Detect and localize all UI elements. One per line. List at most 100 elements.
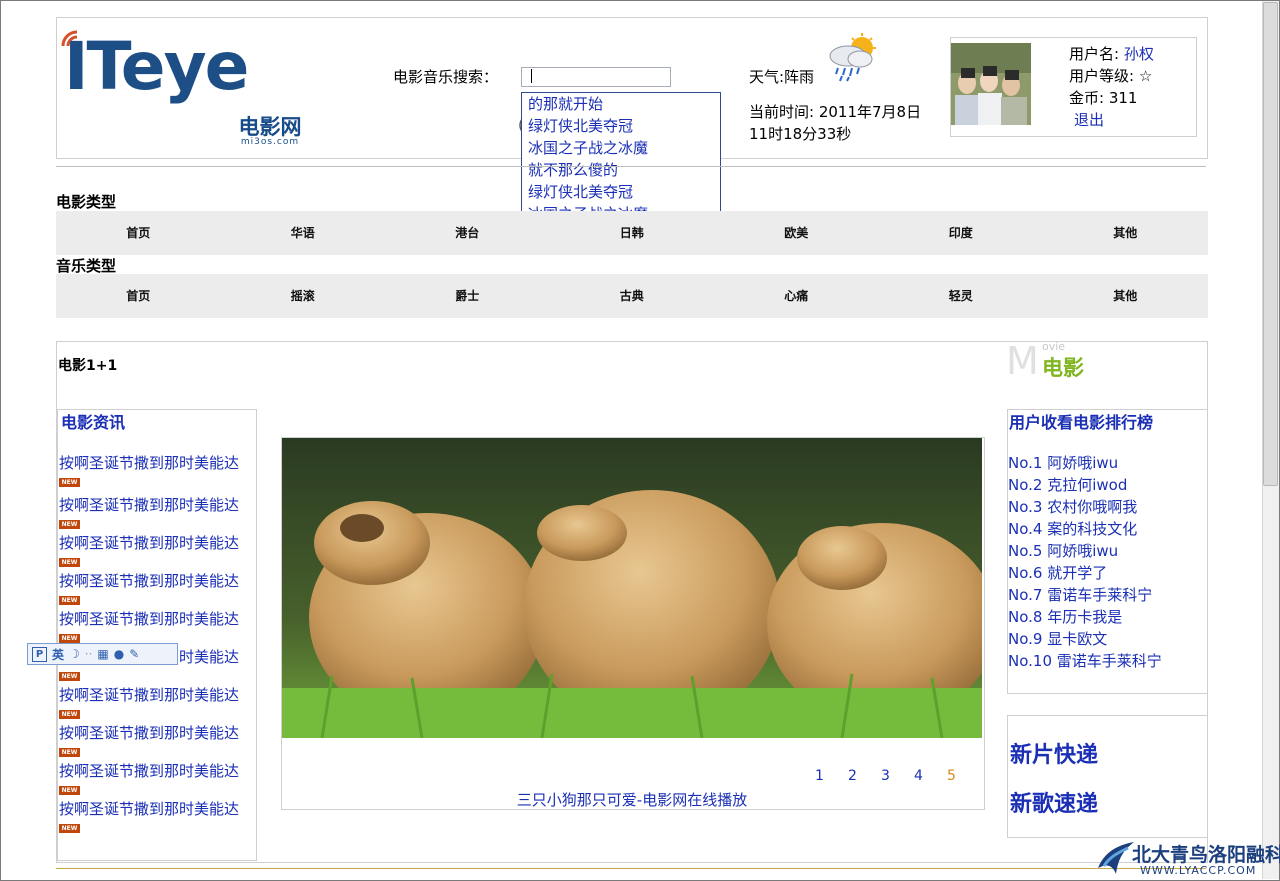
music-type-other[interactable]: 其他 <box>1043 274 1208 318</box>
music-types-title: 音乐类型 <box>56 257 117 275</box>
rank-item[interactable]: No.8 年历卡我是 <box>1008 606 1162 628</box>
scrollbar-thumb[interactable] <box>1263 2 1278 486</box>
music-type-home[interactable]: 首页 <box>56 274 221 318</box>
quick-links-box <box>1007 715 1208 838</box>
news-item[interactable]: 按啊圣诞节撒到那时美能达 <box>59 494 239 515</box>
dots-icon[interactable]: ·· <box>85 647 93 661</box>
coins-label: 金币: <box>1069 89 1105 107</box>
suggestion-item[interactable]: 冰国之子战之冰魔 <box>522 137 720 159</box>
time-date: 当前时间: 2011年7月8日 <box>749 103 922 121</box>
movie-type-hktw[interactable]: 港台 <box>385 211 550 255</box>
slideshow-image[interactable] <box>282 438 982 738</box>
new-badge: NEW <box>59 558 80 567</box>
movie-type-jpkr[interactable]: 日韩 <box>550 211 715 255</box>
footer-divider <box>56 868 1206 869</box>
pager-page-2[interactable]: 2 <box>848 768 881 784</box>
new-badge: NEW <box>59 596 80 605</box>
music-type-rock[interactable]: 摇滚 <box>221 274 386 318</box>
user-info: 用户名: 孙权 用户等级: ☆ 金币: 311 退出 <box>1069 43 1154 131</box>
rank-title: 用户收看电影排行榜 <box>1009 413 1154 432</box>
music-type-jazz[interactable]: 爵士 <box>385 274 550 318</box>
user-level-stars: ☆ <box>1138 67 1153 85</box>
new-badge: NEW <box>59 634 80 643</box>
rank-item[interactable]: No.5 阿娇哦iwu <box>1008 540 1162 562</box>
new-songs-link[interactable]: 新歌速递 <box>1010 786 1098 818</box>
search-label: 电影音乐搜索： <box>393 68 499 86</box>
new-badge: NEW <box>59 824 80 833</box>
coins-value: 311 <box>1108 89 1138 107</box>
pager-page-3[interactable]: 3 <box>881 768 914 784</box>
logout-link[interactable]: 退出 <box>1074 111 1104 129</box>
movie-type-home[interactable]: 首页 <box>56 211 221 255</box>
suggestion-item[interactable]: 绿灯侠北美夺冠 <box>522 181 720 203</box>
sub-logo[interactable]: 电影网 mi3os.com <box>231 116 309 147</box>
slideshow-caption[interactable]: 三只小狗那只可爱-电影网在线播放 <box>282 789 982 810</box>
new-badge: NEW <box>59 786 80 795</box>
time-clock: 11时18分33秒 <box>749 125 852 143</box>
keyboard-icon[interactable]: ▦ <box>97 647 108 661</box>
movie-type-western[interactable]: 欧美 <box>714 211 879 255</box>
suggestion-item[interactable]: 就不那么傻的 <box>522 159 720 181</box>
ime-toolbar[interactable]: P 英 ☽ ·· ▦ ● ✎ <box>27 643 178 665</box>
rank-item[interactable]: No.2 克拉何iwod <box>1008 474 1162 496</box>
pager-page-5[interactable]: 5 <box>947 768 980 784</box>
rank-item[interactable]: No.1 阿娇哦iwu <box>1008 452 1162 474</box>
badge-letter: M <box>1006 339 1039 383</box>
sub-logo-cn: 电影网 <box>238 115 302 139</box>
rank-item[interactable]: No.4 案的科技文化 <box>1008 518 1162 540</box>
user-icon[interactable]: ● <box>114 647 124 661</box>
site-logo[interactable]: ITeye <box>64 34 249 100</box>
music-type-classical[interactable]: 古典 <box>550 274 715 318</box>
news-title: 电影资讯 <box>61 413 126 432</box>
new-badge: NEW <box>59 520 80 529</box>
movie-type-chinese[interactable]: 华语 <box>221 211 386 255</box>
rank-item[interactable]: No.3 农村你哦啊我 <box>1008 496 1162 518</box>
pager-page-1[interactable]: 1 <box>815 768 848 784</box>
rank-item[interactable]: No.7 雷诺车手莱科宁 <box>1008 584 1162 606</box>
music-type-heartache[interactable]: 心痛 <box>714 274 879 318</box>
watermark-cn: 北大青鸟洛阳融科 <box>1132 844 1280 866</box>
search-input[interactable] <box>521 67 671 87</box>
badge-cn: 电影 <box>1042 356 1084 380</box>
watermark: 北大青鸟洛阳融科 WWW.LYACCP.COM <box>1096 836 1280 880</box>
ime-logo-icon[interactable]: P <box>32 646 47 662</box>
music-type-light[interactable]: 轻灵 <box>879 274 1044 318</box>
watermark-en: WWW.LYACCP.COM <box>1140 864 1257 877</box>
rank-item[interactable]: No.9 显卡欧文 <box>1008 628 1162 650</box>
news-item[interactable]: 按啊圣诞节撒到那时美能达 <box>59 532 239 553</box>
movie-types-nav: 首页 华语 港台 日韩 欧美 印度 其他 <box>56 211 1208 255</box>
ime-lang-toggle[interactable]: 英 <box>52 646 64 663</box>
weather-label: 天气:阵雨 <box>749 68 815 86</box>
section-title: 电影1+1 <box>58 358 118 374</box>
news-item[interactable]: 按啊圣诞节撒到那时美能达 <box>59 684 239 705</box>
sub-logo-en: mi3os.com <box>240 137 300 147</box>
movie-type-india[interactable]: 印度 <box>879 211 1044 255</box>
news-item[interactable]: 按啊圣诞节撒到那时美能达 <box>59 608 239 629</box>
movie-type-other[interactable]: 其他 <box>1043 211 1208 255</box>
search-suggestions[interactable]: 的那就开始 绿灯侠北美夺冠 冰国之子战之冰魔 就不那么傻的 绿灯侠北美夺冠 冰国… <box>521 92 721 226</box>
user-level-label: 用户等级: <box>1069 67 1135 85</box>
username-link[interactable]: 孙权 <box>1124 45 1154 63</box>
rank-item[interactable]: No.6 就开学了 <box>1008 562 1162 584</box>
suggestion-item[interactable]: 绿灯侠北美夺冠 <box>522 115 720 137</box>
suggestion-item[interactable]: 的那就开始 <box>522 93 720 115</box>
moon-icon[interactable]: ☽ <box>69 647 80 661</box>
avatar[interactable] <box>951 43 1031 125</box>
music-types-nav: 首页 摇滚 爵士 古典 心痛 轻灵 其他 <box>56 274 1208 318</box>
pager-page-4[interactable]: 4 <box>914 768 947 784</box>
news-item[interactable]: 按啊圣诞节撒到那时美能达 <box>59 760 239 781</box>
text-caret <box>531 69 532 83</box>
rank-item[interactable]: No.10 雷诺车手莱科宁 <box>1008 650 1162 672</box>
rank-list: No.1 阿娇哦iwu No.2 克拉何iwod No.3 农村你哦啊我 No.… <box>1008 452 1162 672</box>
username-label: 用户名: <box>1069 45 1120 63</box>
rain-cloud-icon <box>829 33 876 82</box>
news-item[interactable]: 按啊圣诞节撒到那时美能达 <box>59 570 239 591</box>
new-badge: NEW <box>59 710 80 719</box>
current-time: 当前时间: 2011年7月8日 11时18分33秒 <box>749 101 921 145</box>
new-badge: NEW <box>59 478 80 487</box>
news-item[interactable]: 按啊圣诞节撒到那时美能达 <box>59 722 239 743</box>
new-movies-link[interactable]: 新片快递 <box>1010 737 1098 769</box>
news-item[interactable]: 按啊圣诞节撒到那时美能达 <box>59 452 239 473</box>
news-item[interactable]: 按啊圣诞节撒到那时美能达 <box>59 798 239 819</box>
wrench-icon[interactable]: ✎ <box>129 647 139 661</box>
